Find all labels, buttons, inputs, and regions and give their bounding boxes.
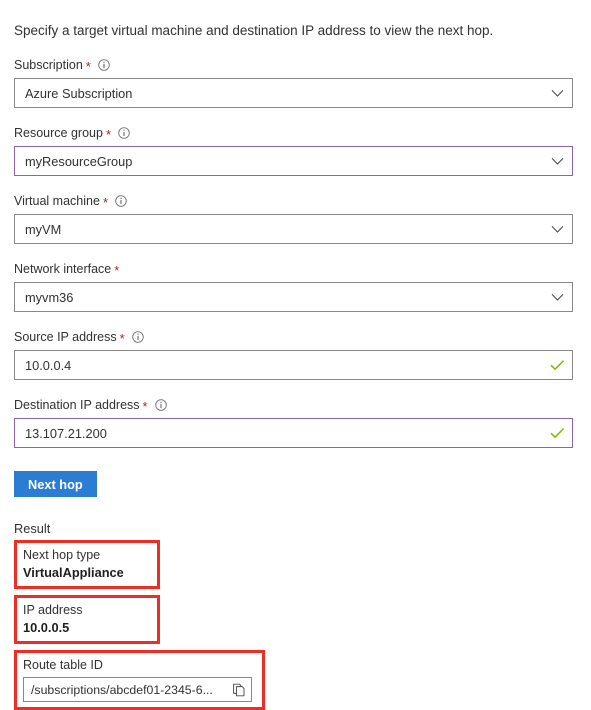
label-source-ip: Source IP address * xyxy=(14,329,577,345)
subscription-select[interactable]: Azure Subscription xyxy=(14,78,573,108)
field-network-interface: Network interface * myvm36 xyxy=(14,261,577,312)
chevron-down-icon[interactable] xyxy=(542,293,572,302)
required-indicator: * xyxy=(85,58,91,74)
route-table-id-label: Route table ID xyxy=(23,658,103,672)
label-resource-group: Resource group * xyxy=(14,125,577,141)
field-virtual-machine: Virtual machine * myVM xyxy=(14,193,577,244)
ip-address-value: 10.0.0.5 xyxy=(23,620,70,635)
info-icon[interactable] xyxy=(131,331,144,343)
destination-ip-value: 13.107.21.200 xyxy=(25,425,107,441)
field-destination-ip: Destination IP address * 13.107.21.200 xyxy=(14,397,577,448)
field-subscription: Subscription * Azure Subscription xyxy=(14,57,577,108)
info-icon[interactable] xyxy=(98,59,110,71)
result-heading: Result xyxy=(14,521,51,536)
label-subscription-text: Subscription xyxy=(14,58,83,72)
route-table-id-field[interactable]: /subscriptions/abcdef01-2345-6... xyxy=(23,677,252,702)
label-virtual-machine: Virtual machine * xyxy=(14,193,577,209)
network-interface-select[interactable]: myvm36 xyxy=(14,282,573,312)
required-indicator: * xyxy=(105,126,112,142)
virtual-machine-value: myVM xyxy=(25,221,62,237)
copy-icon[interactable] xyxy=(227,678,251,701)
subscription-value: Azure Subscription xyxy=(25,85,133,101)
ip-address-label: IP address xyxy=(23,603,83,617)
required-indicator: * xyxy=(119,330,125,346)
chevron-down-icon[interactable] xyxy=(542,225,572,234)
route-table-id-value: /subscriptions/abcdef01-2345-6... xyxy=(31,682,213,697)
checkmark-icon xyxy=(542,427,572,439)
action-row: Next hop xyxy=(14,471,577,497)
resource-group-value: myResourceGroup xyxy=(25,153,133,169)
checkmark-icon xyxy=(542,359,572,371)
field-source-ip: Source IP address * 10.0.0.4 xyxy=(14,329,577,380)
next-hop-type-label: Next hop type xyxy=(23,548,101,562)
info-icon[interactable] xyxy=(118,127,130,139)
next-hop-type-value: VirtualAppliance xyxy=(23,565,124,580)
required-indicator: * xyxy=(102,194,108,210)
ip-address-highlight: IP address 10.0.0.5 xyxy=(14,595,160,644)
next-hop-button[interactable]: Next hop xyxy=(14,471,97,497)
info-icon[interactable] xyxy=(115,195,127,207)
network-interface-value: myvm36 xyxy=(25,289,74,305)
label-virtual-machine-text: Virtual machine xyxy=(14,194,100,208)
label-network-interface: Network interface * xyxy=(14,261,577,277)
source-ip-input[interactable]: 10.0.0.4 xyxy=(14,350,573,380)
resource-group-select[interactable]: myResourceGroup xyxy=(14,146,573,176)
label-resource-group-text: Resource group xyxy=(14,126,103,140)
next-hop-type-highlight: Next hop type VirtualAppliance xyxy=(14,540,160,589)
info-icon[interactable] xyxy=(154,399,167,411)
required-indicator: * xyxy=(142,398,148,414)
source-ip-value: 10.0.0.4 xyxy=(25,357,72,373)
label-destination-ip: Destination IP address * xyxy=(14,397,577,413)
field-resource-group: Resource group * myResourceGroup xyxy=(14,125,577,176)
route-table-id-highlight: Route table ID /subscriptions/abcdef01-2… xyxy=(14,650,265,710)
label-subscription: Subscription * xyxy=(14,57,577,73)
chevron-down-icon[interactable] xyxy=(542,89,572,98)
destination-ip-input[interactable]: 13.107.21.200 xyxy=(14,418,573,448)
label-network-interface-text: Network interface xyxy=(14,262,112,276)
chevron-down-icon[interactable] xyxy=(542,157,572,166)
virtual-machine-select[interactable]: myVM xyxy=(14,214,573,244)
page-description: Specify a target virtual machine and des… xyxy=(14,23,494,38)
label-destination-ip-text: Destination IP address xyxy=(14,398,140,412)
next-hop-panel: Specify a target virtual machine and des… xyxy=(0,0,591,710)
required-indicator: * xyxy=(114,262,120,278)
label-source-ip-text: Source IP address xyxy=(14,330,117,344)
